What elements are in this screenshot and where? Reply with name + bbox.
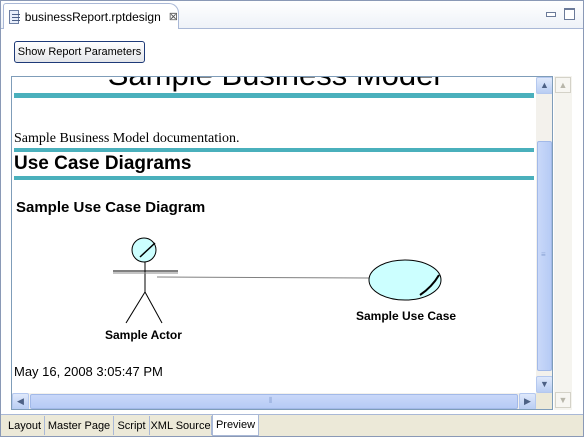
scroll-left-icon[interactable]: ◀ <box>12 393 29 409</box>
tab-master-page[interactable]: Master Page <box>45 416 114 435</box>
editor-vertical-scrollbar: ▲ ▼ <box>554 76 572 410</box>
horizontal-grip-icon: ⦀ <box>269 396 273 405</box>
scroll-right-icon[interactable]: ▶ <box>519 393 536 409</box>
use-case-diagram <box>113 237 442 324</box>
report-documentation: Sample Business Model documentation. <box>14 131 240 146</box>
editor-scroll-down-icon: ▼ <box>555 392 571 408</box>
editor-scroll-up-icon: ▲ <box>555 77 571 93</box>
show-report-parameters-button[interactable]: Show Report Parameters <box>14 41 145 63</box>
vertical-scroll-thumb[interactable]: ≡ <box>537 141 552 371</box>
editor-page-tabs: Layout Master Page Script XML Source Pre… <box>1 414 583 436</box>
use-case-ellipse <box>368 259 442 301</box>
title-clip: Sample Business Model <box>14 77 534 93</box>
report-page: Sample Business Model Sample Business Mo… <box>12 77 536 393</box>
tab-preview[interactable]: Preview <box>212 415 259 436</box>
actor-figure <box>113 237 178 324</box>
scroll-down-icon[interactable]: ▼ <box>536 376 552 393</box>
report-editor: businessReport.rptdesign ⊠ Show Report P… <box>0 0 584 437</box>
close-tab-icon[interactable]: ⊠ <box>169 10 178 23</box>
editor-tab-businessreport[interactable]: businessReport.rptdesign ⊠ <box>3 3 179 29</box>
section-rule-top <box>14 148 534 152</box>
tab-script[interactable]: Script <box>114 416 150 435</box>
report-design-file-icon <box>9 9 20 24</box>
editor-tab-strip: businessReport.rptdesign ⊠ <box>1 1 583 29</box>
actor-label: Sample Actor <box>105 328 182 342</box>
report-preview-viewport: Sample Business Model Sample Business Mo… <box>11 76 553 410</box>
horizontal-scroll-thumb[interactable]: ⦀ <box>30 394 518 409</box>
diagram-heading: Sample Use Case Diagram <box>16 199 206 216</box>
minimize-icon[interactable] <box>545 7 557 19</box>
preview-vertical-scrollbar[interactable]: ▲ ≡ ▼ <box>536 77 552 393</box>
preview-horizontal-scrollbar[interactable]: ◀ ⦀ ▶ <box>12 393 536 409</box>
scroll-corner <box>536 393 552 409</box>
section-rule-bottom <box>14 176 534 180</box>
tab-layout[interactable]: Layout <box>5 416 45 435</box>
maximize-icon[interactable] <box>563 7 575 20</box>
section-heading: Use Case Diagrams <box>14 153 192 174</box>
report-title: Sample Business Model <box>14 77 534 93</box>
report-timestamp: May 16, 2008 3:05:47 PM <box>14 364 163 379</box>
scroll-up-icon[interactable]: ▲ <box>536 77 552 94</box>
association-line <box>156 276 370 279</box>
use-case-label: Sample Use Case <box>356 309 457 323</box>
tab-xml-source[interactable]: XML Source <box>150 416 212 435</box>
editor-tab-title: businessReport.rptdesign <box>24 9 161 24</box>
vertical-grip-icon: ≡ <box>541 250 546 259</box>
